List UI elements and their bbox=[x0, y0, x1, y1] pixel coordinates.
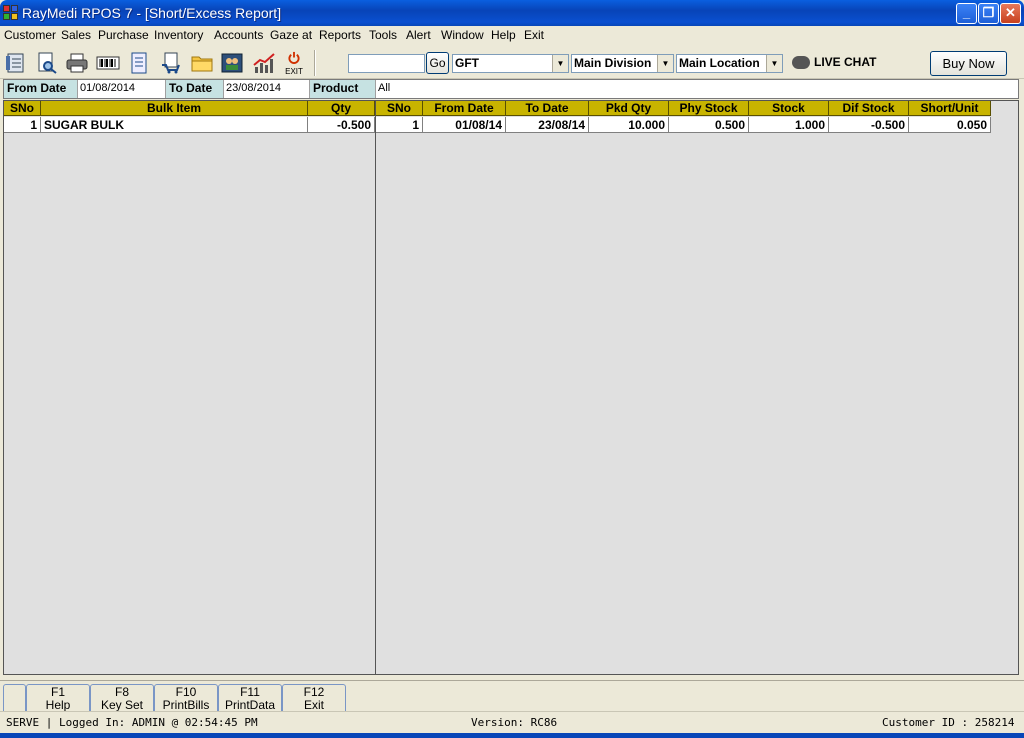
details-grid[interactable]: SNo From Date To Date Pkd Qty Phy Stock … bbox=[375, 100, 1019, 675]
location-select[interactable]: Main Location ▼ bbox=[676, 54, 783, 73]
col-header-sno: SNo bbox=[376, 101, 423, 116]
status-customer-id: Customer ID : 258214 bbox=[882, 716, 1015, 729]
cell-qty: -0.500 bbox=[308, 117, 375, 133]
col-header-to-date: To Date bbox=[506, 101, 589, 116]
cell-sno: 1 bbox=[4, 117, 41, 133]
product-label: Product bbox=[310, 80, 376, 98]
live-chat-label: LIVE CHAT bbox=[814, 55, 877, 69]
menu-exit[interactable]: Exit bbox=[524, 28, 544, 42]
exit-toolbar-button[interactable]: EXIT bbox=[282, 51, 306, 77]
menu-reports[interactable]: Reports bbox=[319, 28, 361, 42]
to-date-label: To Date bbox=[166, 80, 224, 98]
store-select[interactable]: GFT ▼ bbox=[452, 54, 569, 73]
users-icon[interactable] bbox=[220, 51, 244, 75]
printer-icon[interactable] bbox=[65, 51, 89, 75]
buy-now-button[interactable]: Buy Now bbox=[930, 51, 1007, 76]
product-field[interactable]: All bbox=[376, 80, 1018, 98]
close-button[interactable]: ✕ bbox=[1000, 3, 1021, 24]
report-book-icon[interactable] bbox=[4, 51, 28, 75]
filter-row: From Date 01/08/2014 To Date 23/08/2014 … bbox=[3, 79, 1019, 99]
minimize-button[interactable]: _ bbox=[956, 3, 977, 24]
menu-bar: Customer Sales Purchase Inventory Accoun… bbox=[0, 26, 1024, 46]
window-bottom-border bbox=[0, 733, 1024, 738]
barcode-icon[interactable] bbox=[96, 51, 120, 75]
menu-inventory[interactable]: Inventory bbox=[154, 28, 203, 42]
function-key-bar: F1 Help F8 Key Set F10 PrintBills F11 Pr… bbox=[0, 680, 1024, 712]
menu-alert[interactable]: Alert bbox=[406, 28, 431, 42]
menu-tools[interactable]: Tools bbox=[369, 28, 397, 42]
app-logo-icon bbox=[3, 5, 19, 21]
f11-print-data-button[interactable]: F11 PrintData bbox=[218, 684, 282, 712]
cell-bulk-item: SUGAR BULK bbox=[41, 117, 308, 133]
cell-from-date: 01/08/14 bbox=[423, 117, 506, 133]
fkey-blank bbox=[3, 684, 26, 712]
chevron-down-icon[interactable]: ▼ bbox=[552, 55, 568, 72]
col-header-stock: Stock bbox=[749, 101, 829, 116]
menu-purchase[interactable]: Purchase bbox=[98, 28, 149, 42]
chevron-down-icon[interactable]: ▼ bbox=[657, 55, 673, 72]
cell-pkd-qty: 10.000 bbox=[589, 117, 669, 133]
exit-toolbar-label: EXIT bbox=[285, 67, 303, 76]
store-select-value: GFT bbox=[455, 56, 479, 70]
col-header-bulk-item: Bulk Item bbox=[41, 101, 308, 116]
cell-short-unit: 0.050 bbox=[909, 117, 991, 133]
cell-dif-stock: -0.500 bbox=[829, 117, 909, 133]
col-header-dif-stock: Dif Stock bbox=[829, 101, 909, 116]
window-title: RayMedi RPOS 7 - [Short/Excess Report] bbox=[22, 5, 282, 21]
document-search-icon[interactable] bbox=[35, 51, 59, 75]
location-select-value: Main Location bbox=[679, 56, 760, 70]
cell-to-date: 23/08/14 bbox=[506, 117, 589, 133]
search-input[interactable] bbox=[348, 54, 425, 73]
from-date-label: From Date bbox=[4, 80, 78, 98]
chart-icon[interactable] bbox=[252, 51, 276, 75]
status-session: SERVE | Logged In: ADMIN @ 02:54:45 PM bbox=[6, 716, 258, 729]
live-chat-link[interactable]: LIVE CHAT bbox=[792, 55, 877, 70]
go-button[interactable]: Go bbox=[426, 52, 449, 74]
menu-customer[interactable]: Customer bbox=[4, 28, 56, 42]
col-header-short-unit: Short/Unit bbox=[909, 101, 991, 116]
f1-help-button[interactable]: F1 Help bbox=[26, 684, 90, 712]
list-document-icon[interactable] bbox=[127, 51, 151, 75]
col-header-sno: SNo bbox=[4, 101, 41, 116]
col-header-pkd-qty: Pkd Qty bbox=[589, 101, 669, 116]
menu-sales[interactable]: Sales bbox=[61, 28, 91, 42]
menu-help[interactable]: Help bbox=[491, 28, 516, 42]
f8-key-set-button[interactable]: F8 Key Set bbox=[90, 684, 154, 712]
division-select[interactable]: Main Division ▼ bbox=[571, 54, 674, 73]
cell-sno: 1 bbox=[376, 117, 423, 133]
menu-gaze-at[interactable]: Gaze at bbox=[270, 28, 312, 42]
to-date-field[interactable]: 23/08/2014 bbox=[224, 80, 310, 98]
cart-document-icon[interactable] bbox=[159, 51, 183, 75]
chat-bubble-icon bbox=[792, 56, 810, 70]
col-header-qty: Qty bbox=[308, 101, 375, 116]
status-version: Version: RC86 bbox=[471, 716, 558, 729]
toolbar-separator bbox=[314, 50, 316, 76]
menu-window[interactable]: Window bbox=[441, 28, 484, 42]
cell-phy-stock: 0.500 bbox=[669, 117, 749, 133]
status-bar: SERVE | Logged In: ADMIN @ 02:54:45 PM V… bbox=[0, 711, 1024, 733]
f10-print-bills-button[interactable]: F10 PrintBills bbox=[154, 684, 218, 712]
from-date-field[interactable]: 01/08/2014 bbox=[78, 80, 166, 98]
bulk-items-grid[interactable]: SNo Bulk Item Qty 1 SUGAR BULK -0.500 bbox=[3, 100, 376, 675]
title-bar: RayMedi RPOS 7 - [Short/Excess Report] _… bbox=[0, 0, 1024, 26]
col-header-from-date: From Date bbox=[423, 101, 506, 116]
menu-accounts[interactable]: Accounts bbox=[214, 28, 263, 42]
chevron-down-icon[interactable]: ▼ bbox=[766, 55, 782, 72]
col-header-phy-stock: Phy Stock bbox=[669, 101, 749, 116]
f12-exit-button[interactable]: F12 Exit bbox=[282, 684, 346, 712]
restore-button[interactable]: ❐ bbox=[978, 3, 999, 24]
cell-stock: 1.000 bbox=[749, 117, 829, 133]
power-icon bbox=[288, 51, 300, 64]
division-select-value: Main Division bbox=[574, 56, 652, 70]
folder-icon[interactable] bbox=[190, 51, 214, 75]
